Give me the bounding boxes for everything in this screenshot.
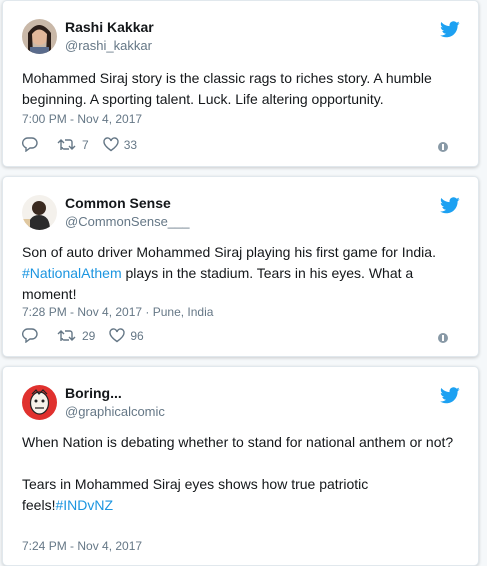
info-icon[interactable] <box>438 333 448 343</box>
twitter-bird-icon[interactable] <box>440 387 460 404</box>
author-handle[interactable]: @CommonSense___ <box>65 214 189 229</box>
author-handle[interactable]: @rashi_kakkar <box>65 38 152 53</box>
tweet-actions: 29 96 <box>22 328 158 343</box>
author-name[interactable]: Common Sense <box>65 195 171 211</box>
avatar[interactable] <box>22 385 57 420</box>
retweet-icon <box>57 330 76 341</box>
like-icon <box>102 137 119 152</box>
avatar[interactable] <box>22 19 57 54</box>
tweet-card-1: Rashi Kakkar @rashi_kakkar Mohammed Sira… <box>2 0 479 167</box>
retweet-count: 29 <box>82 328 96 343</box>
like-count: 33 <box>123 137 138 152</box>
tweet-text: Mohammed Siraj story is the classic rags… <box>22 70 432 107</box>
reply-button[interactable] <box>22 328 43 343</box>
twitter-bird-icon[interactable] <box>440 197 460 214</box>
reply-icon <box>22 328 38 343</box>
like-button[interactable]: 33 <box>102 137 138 152</box>
like-count: 96 <box>130 328 144 343</box>
tweet-timestamp[interactable]: 7:28 PM - Nov 4, 2017 · Pune, India <box>22 305 213 319</box>
tweet-card-3: Boring... @graphicalcomic When Nation is… <box>2 366 479 566</box>
info-icon[interactable] <box>438 142 448 152</box>
tweet-timestamp[interactable]: 7:00 PM - Nov 4, 2017 <box>22 112 142 126</box>
avatar[interactable] <box>22 195 57 230</box>
tweet-text: When Nation is debating whether to stand… <box>22 432 458 516</box>
retweet-button[interactable]: 29 <box>57 328 95 343</box>
author-handle[interactable]: @graphicalcomic <box>65 404 165 419</box>
hashtag-link[interactable]: #NationalAthem <box>22 265 122 281</box>
reply-button[interactable] <box>22 137 43 152</box>
retweet-icon <box>57 139 76 150</box>
like-button[interactable]: 96 <box>109 328 144 343</box>
like-icon <box>109 328 126 343</box>
retweet-button[interactable]: 7 <box>57 137 89 152</box>
author-name[interactable]: Rashi Kakkar <box>65 19 154 35</box>
tweet-card-2: Common Sense @CommonSense___ Son of auto… <box>2 176 479 357</box>
reply-icon <box>22 137 38 152</box>
tweet-text-part: Son of auto driver Mohammed Siraj playin… <box>22 244 436 260</box>
hashtag-link[interactable]: #INDvNZ <box>55 497 113 513</box>
tweet-actions: 7 33 <box>22 137 151 152</box>
author-name[interactable]: Boring... <box>65 385 122 401</box>
tweet-text: Son of auto driver Mohammed Siraj playin… <box>22 242 458 305</box>
tweet-text-part: When Nation is debating whether to stand… <box>22 434 454 450</box>
tweet-timestamp[interactable]: 7:24 PM - Nov 4, 2017 <box>22 539 142 553</box>
twitter-bird-icon[interactable] <box>440 21 460 38</box>
retweet-count: 7 <box>82 137 89 152</box>
